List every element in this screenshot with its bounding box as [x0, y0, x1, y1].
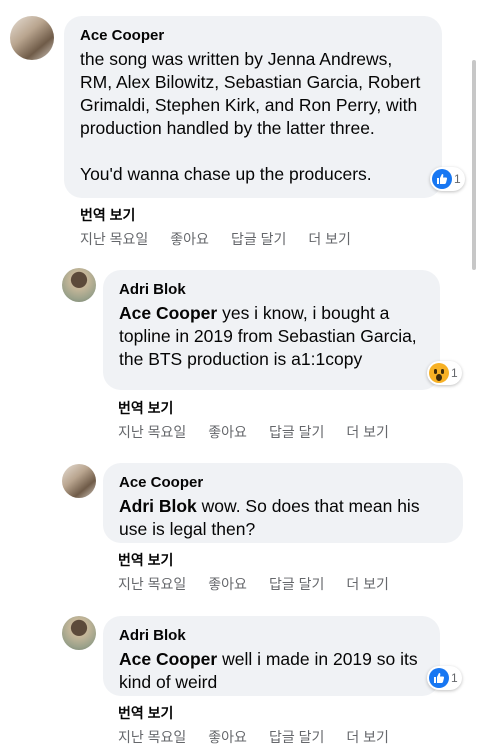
like-button[interactable]: 좋아요: [170, 229, 209, 249]
see-translation-link[interactable]: 번역 보기: [118, 550, 173, 570]
mention-tag[interactable]: Adri Blok: [119, 496, 197, 516]
comment-author[interactable]: Ace Cooper: [119, 473, 447, 493]
comment-actions: 지난 목요일 좋아요 답글 달기 더 보기: [118, 574, 389, 594]
more-button[interactable]: 더 보기: [308, 229, 351, 249]
timestamp[interactable]: 지난 목요일: [118, 574, 186, 594]
comment-text: Ace Cooper yes i know, i bought a toplin…: [119, 302, 424, 371]
reaction-badge[interactable]: 1: [427, 361, 462, 385]
mention-tag[interactable]: Ace Cooper: [119, 303, 217, 323]
comment-author[interactable]: Adri Blok: [119, 626, 424, 646]
like-button[interactable]: 좋아요: [208, 422, 247, 442]
see-translation-link[interactable]: 번역 보기: [118, 398, 173, 418]
more-button[interactable]: 더 보기: [346, 422, 389, 442]
scrollbar[interactable]: [472, 60, 476, 270]
comment-actions: 지난 목요일 좋아요 답글 달기 더 보기: [118, 727, 389, 747]
comment-bubble: Ace Cooper Adri Blok wow. So does that m…: [103, 463, 463, 543]
see-translation-link[interactable]: 번역 보기: [118, 703, 173, 723]
reaction-count: 1: [454, 172, 461, 186]
comment-author[interactable]: Ace Cooper: [80, 26, 426, 46]
avatar[interactable]: [10, 16, 54, 60]
like-icon: [432, 169, 452, 189]
comment-text: Adri Blok wow. So does that mean his use…: [119, 495, 447, 541]
comment-actions: 지난 목요일 좋아요 답글 달기 더 보기: [80, 229, 351, 249]
wow-icon: [429, 363, 449, 383]
reaction-badge[interactable]: 1: [430, 167, 465, 191]
comment-author[interactable]: Adri Blok: [119, 280, 424, 300]
comment-bubble: Adri Blok Ace Cooper yes i know, i bough…: [103, 270, 440, 390]
more-button[interactable]: 더 보기: [346, 727, 389, 747]
see-translation-link[interactable]: 번역 보기: [80, 205, 135, 225]
avatar[interactable]: [62, 616, 96, 650]
reply-button[interactable]: 답글 달기: [269, 727, 324, 747]
reaction-badge[interactable]: 1: [427, 666, 462, 690]
comment-bubble: Ace Cooper the song was written by Jenna…: [64, 16, 442, 198]
like-button[interactable]: 좋아요: [208, 727, 247, 747]
avatar[interactable]: [62, 268, 96, 302]
reaction-count: 1: [451, 366, 458, 380]
comment-text: the song was written by Jenna Andrews, R…: [80, 49, 421, 184]
reply-button[interactable]: 답글 달기: [269, 574, 324, 594]
mention-tag[interactable]: Ace Cooper: [119, 649, 217, 669]
comment-actions: 지난 목요일 좋아요 답글 달기 더 보기: [118, 422, 389, 442]
reaction-count: 1: [451, 671, 458, 685]
timestamp[interactable]: 지난 목요일: [118, 727, 186, 747]
reply-button[interactable]: 답글 달기: [231, 229, 286, 249]
like-button[interactable]: 좋아요: [208, 574, 247, 594]
reply-button[interactable]: 답글 달기: [269, 422, 324, 442]
avatar[interactable]: [62, 464, 96, 498]
timestamp[interactable]: 지난 목요일: [80, 229, 148, 249]
like-icon: [429, 668, 449, 688]
comment-bubble: Adri Blok Ace Cooper well i made in 2019…: [103, 616, 440, 696]
comment-text: Ace Cooper well i made in 2019 so its ki…: [119, 648, 424, 694]
more-button[interactable]: 더 보기: [346, 574, 389, 594]
timestamp[interactable]: 지난 목요일: [118, 422, 186, 442]
